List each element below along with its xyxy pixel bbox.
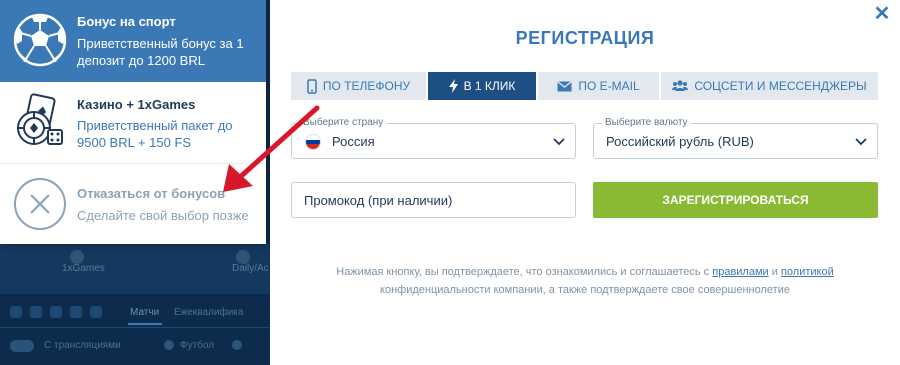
background-label: Daily/Ac	[232, 263, 269, 274]
tab-label: В 1 КЛИК	[463, 79, 516, 93]
bonus-decline-title: Отказаться от бонусов	[77, 186, 226, 201]
live-toggle	[10, 340, 34, 352]
registration-modal: ✕ РЕГИСТРАЦИЯ ПО ТЕЛЕФОНУ В 1 КЛИК ПО E-…	[270, 0, 900, 365]
tab-social-messengers[interactable]: СОЦСЕТИ И МЕССЕНДЖЕРЫ	[661, 72, 878, 100]
policy-link[interactable]: политикой	[781, 266, 834, 278]
sport-icon	[232, 340, 242, 350]
close-circle-icon	[14, 178, 66, 230]
background-label: 1xGames	[62, 263, 105, 274]
tab-one-click[interactable]: В 1 КЛИК	[428, 72, 538, 100]
chevron-down-icon	[553, 138, 565, 146]
calendar-icon	[70, 306, 82, 318]
bonus-option-casino[interactable]: Казино + 1xGames Приветственный пакет до…	[0, 82, 266, 164]
bonus-decline-description: Сделайте свой выбор позже	[77, 208, 249, 223]
country-select[interactable]: Выберите страну Россия	[291, 117, 576, 159]
tab-by-email[interactable]: ПО E-MAIL	[538, 72, 661, 100]
currency-select[interactable]: Выберите валюту Российский рубль (RUB)	[593, 117, 878, 159]
tab-label: ПО ТЕЛЕФОНУ	[322, 79, 411, 93]
bonus-option-decline[interactable]: Отказаться от бонусов Сделайте свой выбо…	[0, 164, 266, 244]
tab-label: ПО E-MAIL	[578, 79, 640, 93]
flag-stripe	[306, 144, 320, 149]
tab-label: СОЦСЕТИ И МЕССЕНДЖЕРЫ	[694, 79, 867, 93]
soccer-ball-icon	[13, 13, 67, 67]
registration-tabs: ПО ТЕЛЕФОНУ В 1 КЛИК ПО E-MAIL СОЦСЕТИ И…	[291, 72, 878, 100]
disclaimer-text: и	[768, 266, 781, 278]
star-icon	[30, 306, 42, 318]
football-icon	[164, 340, 174, 350]
bonus-sport-title: Бонус на спорт	[77, 14, 176, 29]
phone-icon	[307, 78, 317, 94]
promo-code-input[interactable]	[291, 182, 576, 218]
bonus-casino-title: Казино + 1xGames	[77, 97, 196, 112]
background-football-label: Футбол	[180, 340, 215, 351]
background-games-band: 1xGames Daily/Ac	[0, 244, 270, 294]
country-select-value: Россия	[332, 134, 375, 149]
bonus-panel: Бонус на спорт Приветственный бонус за 1…	[0, 0, 266, 244]
envelope-icon	[557, 80, 573, 92]
chevron-down-icon	[855, 138, 867, 146]
country-select-label: Выберите страну	[300, 117, 387, 128]
lightning-icon	[448, 79, 458, 93]
background-tab-upcoming: Ежеквалифика	[174, 307, 244, 318]
rules-link[interactable]: правилами	[712, 266, 768, 278]
close-icon[interactable]: ✕	[872, 4, 892, 24]
trophy-icon	[50, 306, 62, 318]
bonus-casino-description: Приветственный пакет до 9500 BRL + 150 F…	[77, 118, 233, 150]
background-live-label: С трансляциями	[44, 340, 121, 351]
bonus-sport-description: Приветственный бонус за 1 депозит до 120…	[77, 36, 244, 68]
terms-disclaimer: Нажимая кнопку, вы подтверждаете, что оз…	[310, 263, 860, 299]
background-tab-matches: Матчи	[130, 307, 160, 318]
currency-select-label: Выберите валюту	[602, 117, 691, 128]
bonus-option-sport[interactable]: Бонус на спорт Приветственный бонус за 1…	[0, 0, 266, 82]
russia-flag-icon	[305, 134, 321, 150]
home-icon	[10, 306, 22, 318]
currency-select-value: Российский рубль (RUB)	[606, 134, 754, 149]
game-thumb-icon	[70, 250, 84, 264]
disclaimer-text: конфиденциальности компании, а также под…	[380, 284, 790, 296]
background-tab-underline	[128, 323, 162, 325]
filter-icon	[90, 306, 102, 318]
background-filter-row: С трансляциями Футбол	[0, 332, 270, 362]
disclaimer-text: Нажимая кнопку, вы подтверждаете, что оз…	[336, 266, 713, 278]
modal-title: РЕГИСТРАЦИЯ	[515, 28, 655, 48]
people-icon	[672, 80, 689, 92]
game-thumb-icon	[236, 250, 250, 264]
tab-by-phone[interactable]: ПО ТЕЛЕФОНУ	[291, 72, 428, 100]
casino-chips-icon	[17, 93, 63, 145]
register-button[interactable]: ЗАРЕГИСТРИРОВАТЬСЯ	[593, 182, 878, 218]
